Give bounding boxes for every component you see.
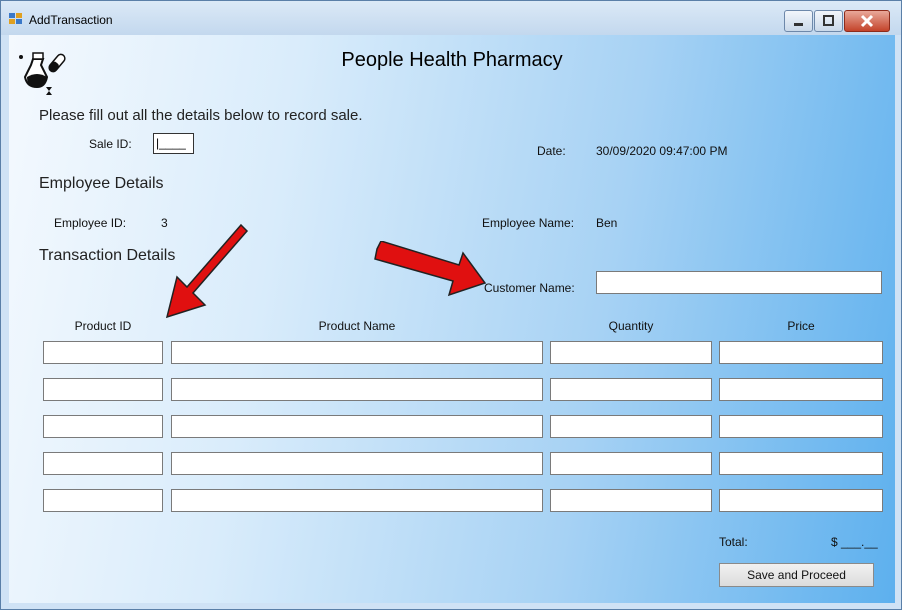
close-icon [860,14,874,28]
product-id-input[interactable] [43,378,163,401]
sale-id-label: Sale ID: [89,137,132,151]
date-value: 30/09/2020 09:47:00 PM [596,144,728,158]
quantity-input[interactable] [550,415,712,438]
price-input[interactable] [719,452,883,475]
price-input[interactable] [719,489,883,512]
add-transaction-window: AddTransaction People Health Pharmacy Pl… [0,0,902,610]
app-icon [9,13,22,24]
product-name-input[interactable] [171,452,543,475]
annotation-arrow-product-id [165,223,249,319]
product-name-input[interactable] [171,378,543,401]
column-header-quantity: Quantity [608,319,654,333]
quantity-input[interactable] [550,489,712,512]
product-name-input[interactable] [171,489,543,512]
maximize-button[interactable] [814,10,843,32]
instructions-text: Please fill out all the details below to… [39,107,363,124]
employee-section-heading: Employee Details [39,175,164,192]
quantity-input[interactable] [550,341,712,364]
price-input[interactable] [719,341,883,364]
customer-name-label: Customer Name: [484,281,575,295]
close-button[interactable] [844,10,890,32]
minimize-button[interactable] [784,10,813,32]
column-header-price: Price [787,319,815,333]
window-title: AddTransaction [29,13,113,27]
total-value: $ ___.__ [831,535,878,549]
maximize-icon [823,15,834,26]
product-id-input[interactable] [43,489,163,512]
product-name-input[interactable] [171,341,543,364]
transaction-section-heading: Transaction Details [39,247,176,264]
date-label: Date: [537,144,566,158]
save-and-proceed-button[interactable]: Save and Proceed [719,563,874,587]
annotation-arrow-customer-name [374,241,487,297]
product-id-input[interactable] [43,341,163,364]
customer-name-input[interactable] [596,271,882,294]
price-input[interactable] [719,378,883,401]
total-label: Total: [719,535,748,549]
employee-id-label: Employee ID: [54,216,127,230]
sale-id-field[interactable]: |____ [153,133,194,154]
price-input[interactable] [719,415,883,438]
minimize-icon [794,23,803,26]
annotation-arrow-shape [374,241,487,297]
employee-name-label: Employee Name: [482,216,575,230]
quantity-input[interactable] [550,378,712,401]
product-name-input[interactable] [171,415,543,438]
product-id-input[interactable] [43,452,163,475]
employee-name-value: Ben [596,216,618,230]
form-body: People Health Pharmacy Please fill out a… [9,35,895,603]
annotation-arrow-shape [165,223,249,319]
column-header-product-id: Product ID [74,319,132,333]
product-id-input[interactable] [43,415,163,438]
page-title: People Health Pharmacy [341,49,563,71]
quantity-input[interactable] [550,452,712,475]
title-bar: AddTransaction [1,1,901,35]
column-header-product-name: Product Name [318,319,396,333]
